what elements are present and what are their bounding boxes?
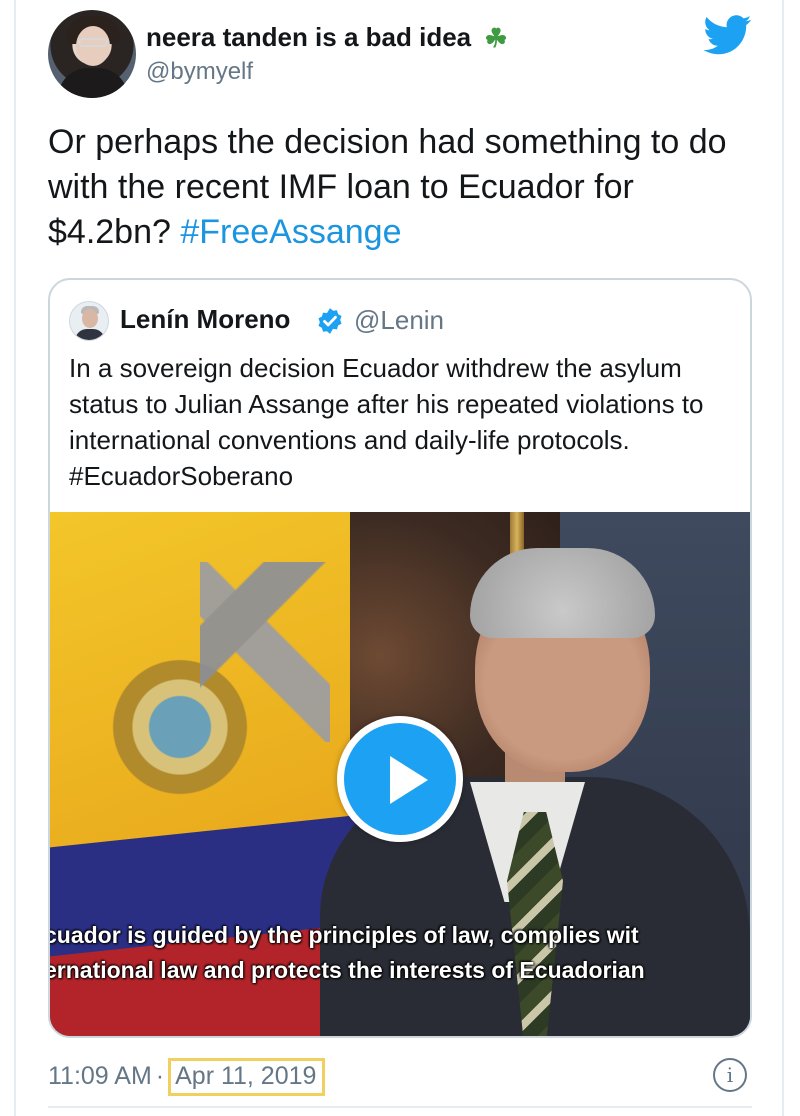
info-icon[interactable]: i bbox=[713, 1058, 747, 1092]
quoted-author-avatar[interactable] bbox=[69, 301, 109, 341]
separator-dot: · bbox=[155, 1062, 165, 1090]
condor-figure bbox=[200, 562, 330, 742]
author-handle[interactable]: @bymyelf bbox=[146, 58, 253, 86]
video-subtitle-line-2: ernational law and protects the interest… bbox=[50, 957, 645, 983]
verified-badge-icon bbox=[318, 308, 342, 334]
video-player[interactable]: cuador is guided by the principles of la… bbox=[50, 512, 750, 1036]
quoted-tweet[interactable]: Lenín Moreno @Lenin In a sovereign decis… bbox=[48, 278, 752, 1038]
author-avatar[interactable] bbox=[48, 10, 136, 98]
clover-icon: ☘ bbox=[484, 23, 508, 53]
twitter-bird-icon[interactable] bbox=[704, 14, 752, 56]
video-subtitle-line-1: cuador is guided by the principles of la… bbox=[50, 922, 639, 948]
play-icon bbox=[390, 756, 428, 804]
tweet-text: Or perhaps the decision had something to… bbox=[48, 120, 758, 255]
author-name-text[interactable]: neera tanden is a bad idea bbox=[146, 22, 471, 52]
tweet-metadata: 11:09 AM · Apr 11, 2019 bbox=[48, 1058, 326, 1096]
quoted-tweet-text: In a sovereign decision Ecuador withdrew… bbox=[69, 353, 704, 491]
quoted-author-name[interactable]: Lenín Moreno bbox=[120, 304, 290, 335]
quoted-author-handle[interactable]: @Lenin bbox=[354, 305, 444, 336]
hashtag-link[interactable]: #FreeAssange bbox=[180, 213, 401, 251]
tweet-time[interactable]: 11:09 AM bbox=[48, 1062, 152, 1091]
play-button[interactable] bbox=[337, 716, 463, 842]
author-name[interactable]: neera tanden is a bad idea ☘ bbox=[146, 22, 508, 54]
divider bbox=[48, 1106, 752, 1108]
tweet-date[interactable]: Apr 11, 2019 bbox=[168, 1058, 326, 1096]
